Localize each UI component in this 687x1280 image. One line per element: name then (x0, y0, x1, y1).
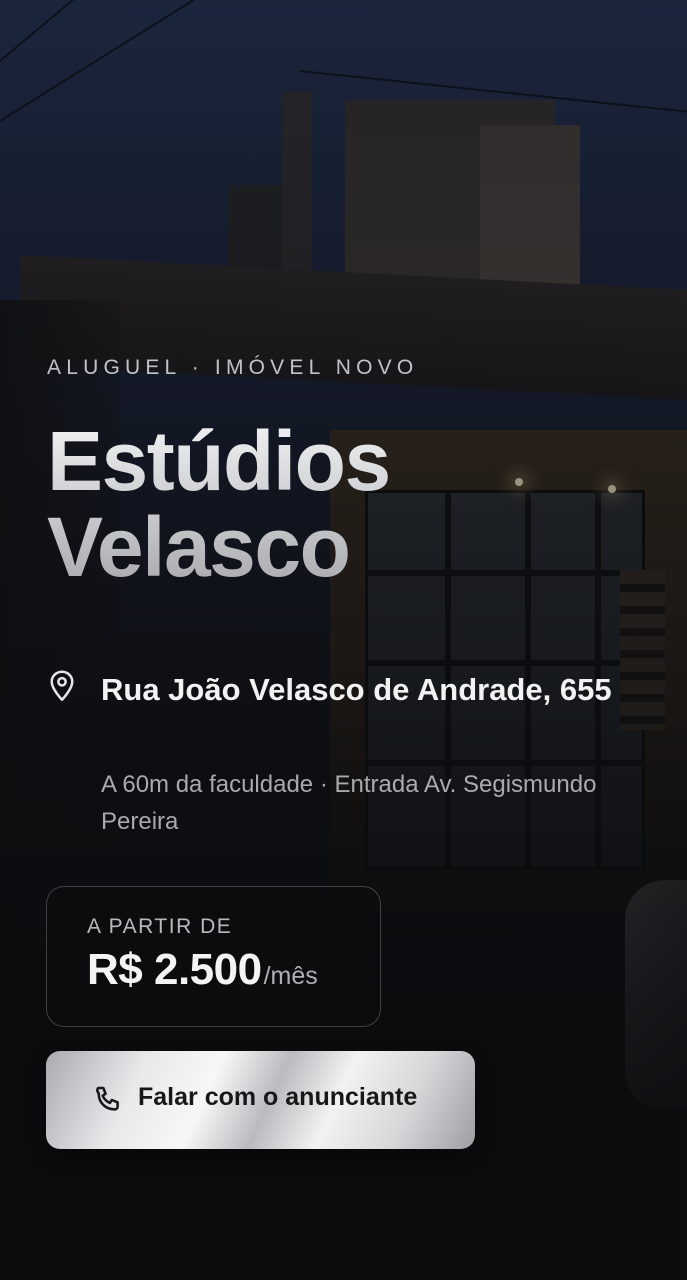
price-card: A PARTIR DE R$ 2.500/mês (46, 886, 381, 1027)
price-value: R$ 2.500/mês (87, 945, 318, 995)
listing-title-line-2: Velasco (47, 500, 350, 594)
listing-hero: ALUGUEL · IMÓVEL NOVO Estúdios Velasco R… (0, 0, 687, 1280)
price-amount: R$ 2.500 (87, 945, 262, 994)
phone-icon (96, 1086, 119, 1111)
price-label: A PARTIR DE (87, 915, 233, 938)
map-pin-icon (50, 670, 74, 701)
listing-address: Rua João Velasco de Andrade, 655 (101, 672, 612, 707)
listing-address-detail: A 60m da faculdade · Entrada Av. Segismu… (101, 771, 597, 835)
listing-title-line-1: Estúdios (47, 414, 390, 508)
contact-advertiser-button[interactable]: Falar com o anunciante (46, 1051, 475, 1149)
price-unit: /mês (263, 962, 318, 990)
listing-title: Estúdios Velasco (47, 418, 607, 590)
listing-category: ALUGUEL · IMÓVEL NOVO (47, 356, 419, 379)
contact-advertiser-label: Falar com o anunciante (138, 1083, 418, 1111)
